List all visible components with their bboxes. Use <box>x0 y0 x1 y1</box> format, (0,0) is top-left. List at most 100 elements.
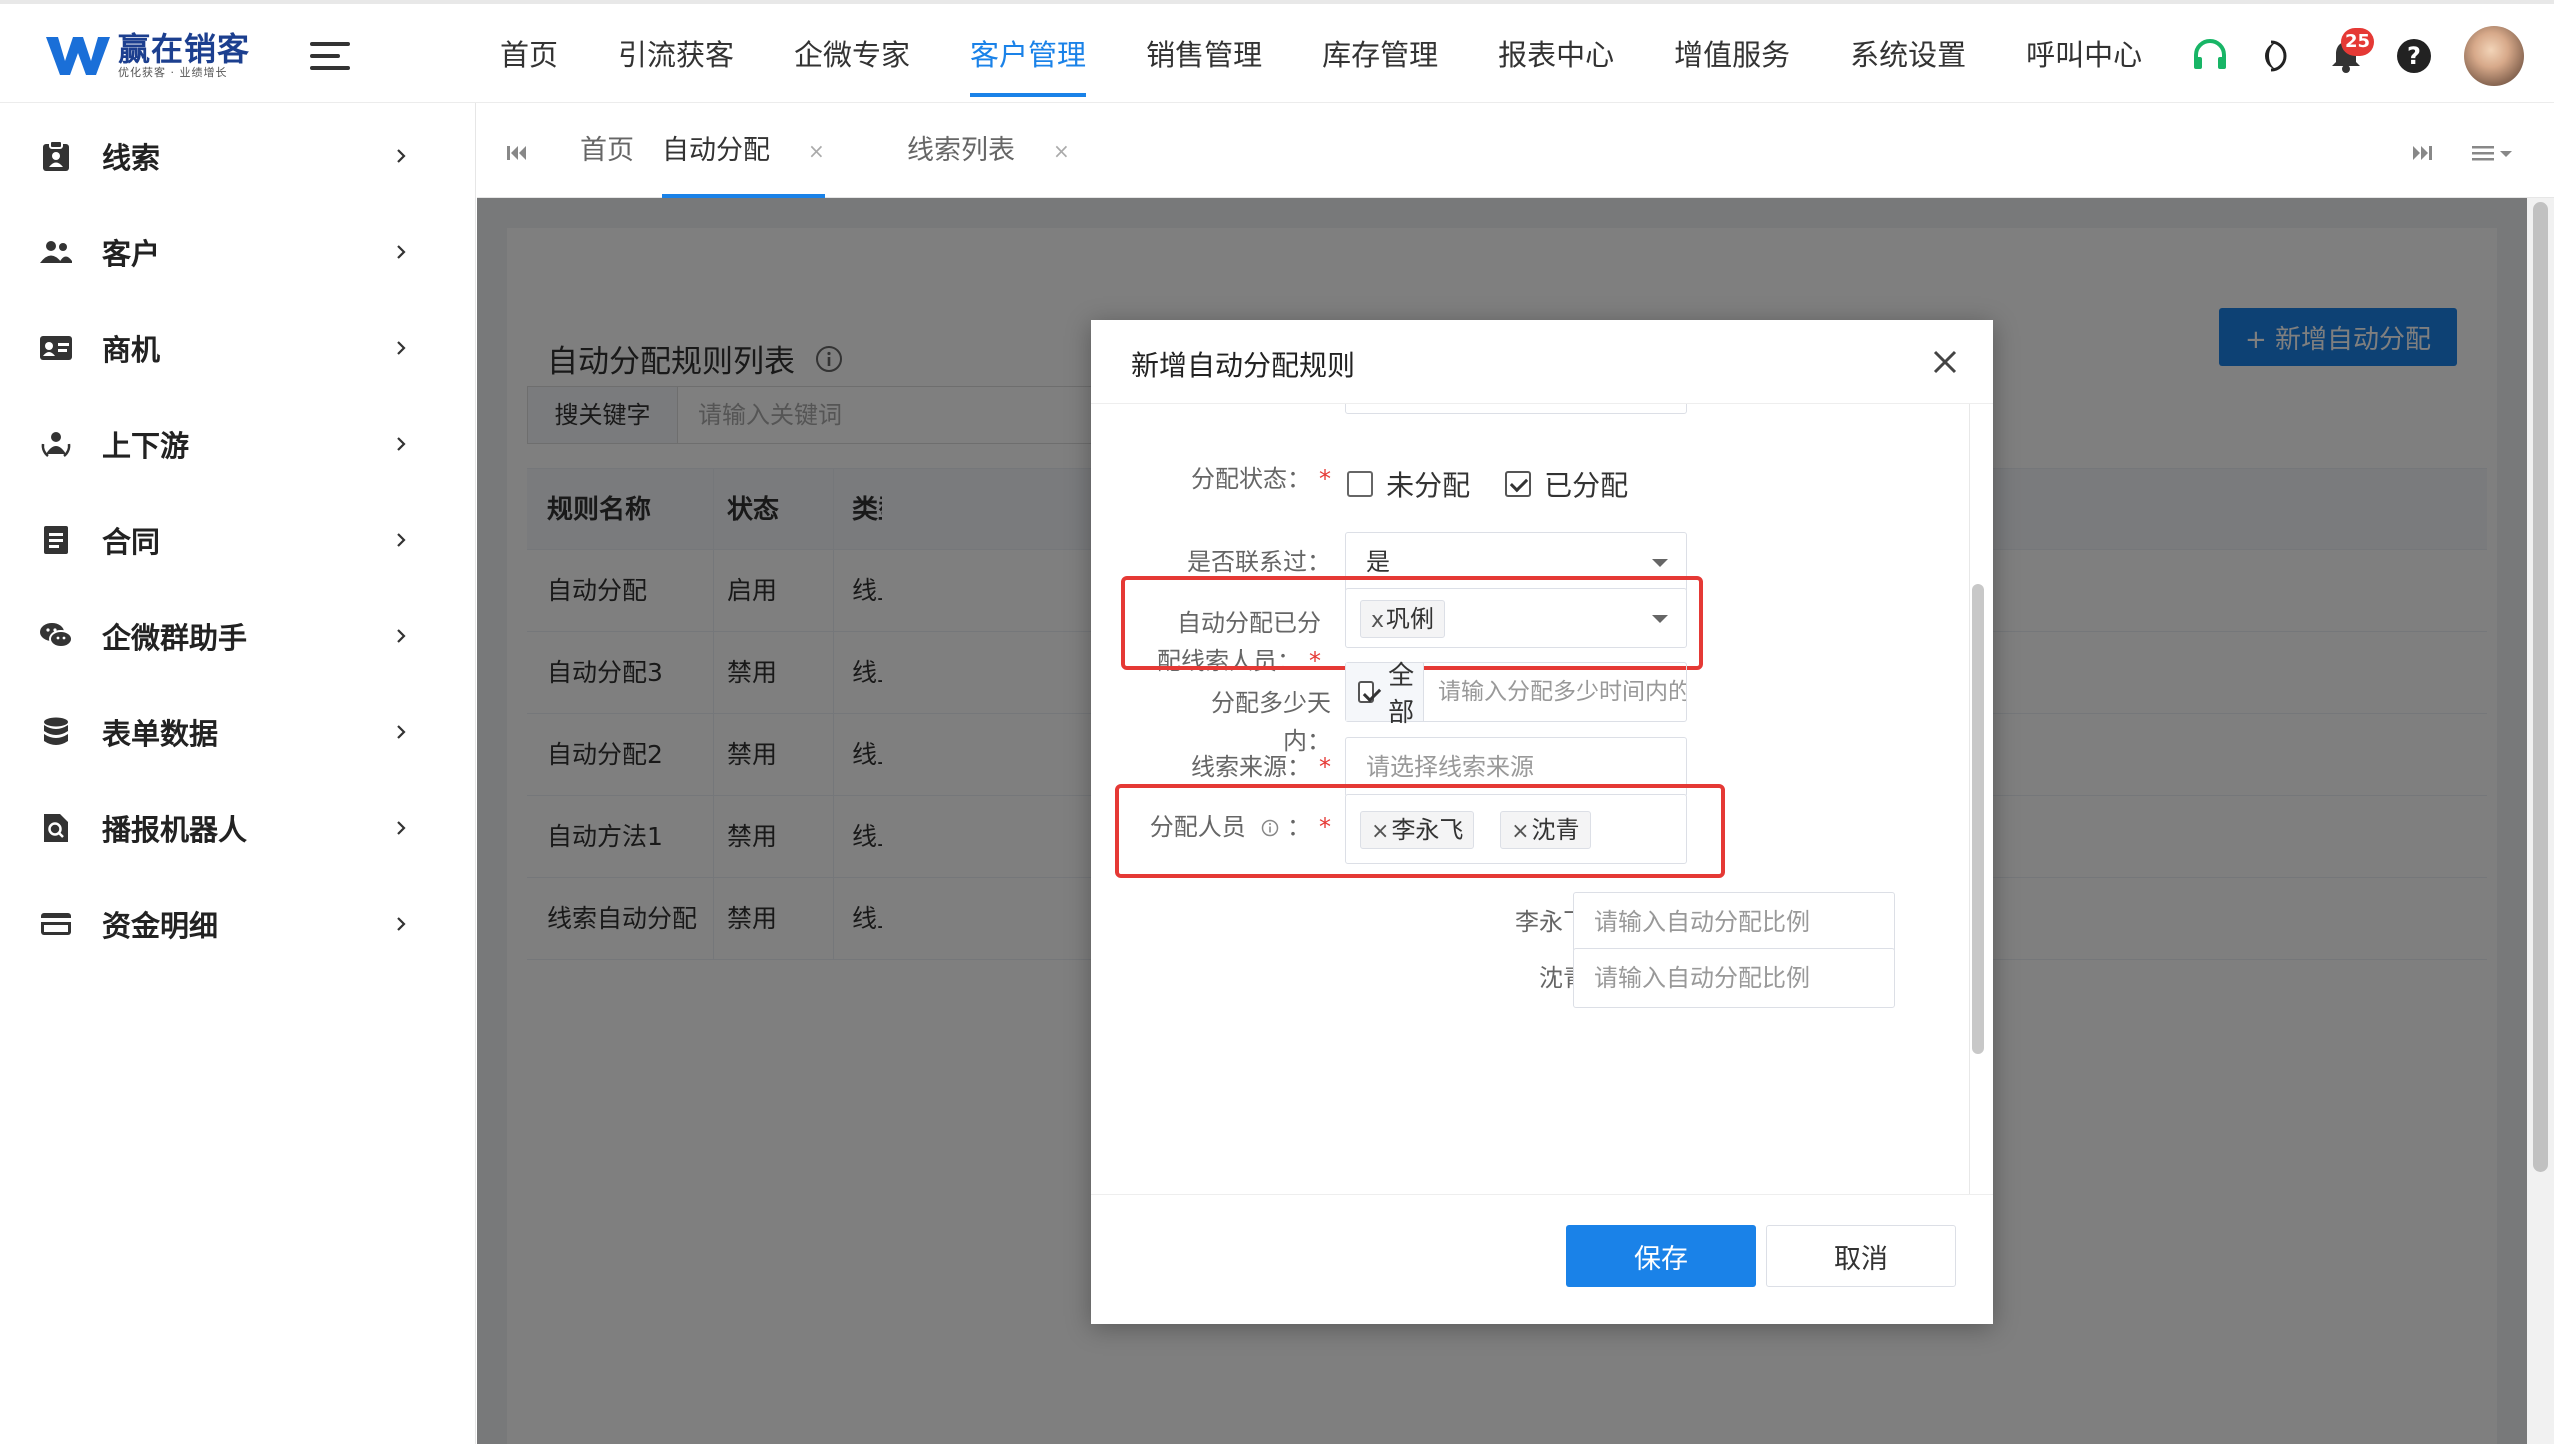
close-icon[interactable] <box>1927 344 1963 380</box>
sidebar-item-label: 播报机器人 <box>102 813 248 847</box>
nav-item[interactable]: 客户管理 <box>940 4 1116 107</box>
tab-home[interactable]: 首页 <box>580 103 634 198</box>
app-logo[interactable]: 赢在销客 优化获客 · 业绩增长 <box>44 30 250 82</box>
days-input-group: 全部 请输入分配多少时间内的线索 <box>1345 661 1687 728</box>
sidebar-item-label: 表单数据 <box>102 717 219 751</box>
ratio-label: 沈青： <box>1271 960 1611 996</box>
sidebar-item[interactable]: 播报机器人 <box>0 780 475 876</box>
chevron-right-icon <box>387 718 415 746</box>
user-avatar[interactable] <box>2464 25 2524 86</box>
assigned-checkbox-label: 已分配 <box>1544 469 1629 502</box>
ratio-input[interactable]: 请输入自动分配比例 <box>1573 892 1895 952</box>
dialog-title: 新增自动分配规则 <box>1131 349 1356 382</box>
nav-item[interactable]: 首页 <box>470 4 588 107</box>
tab-options-icon[interactable] <box>2464 133 2524 173</box>
flow-icon <box>38 426 74 462</box>
help-icon[interactable]: ? <box>2392 34 2436 78</box>
chevron-right-icon <box>387 910 415 938</box>
logo-title: 赢在销客 <box>118 30 251 68</box>
unassigned-checkbox-label: 未分配 <box>1386 469 1471 502</box>
cancel-button[interactable]: 取消 <box>1766 1225 1956 1287</box>
assigned-checkbox[interactable]: 已分配 <box>1505 464 1628 504</box>
nav-item[interactable]: 销售管理 <box>1116 4 1292 107</box>
all-checkbox[interactable]: 全部 <box>1346 661 1424 728</box>
sidebar-item-label: 上下游 <box>102 429 190 463</box>
nav-item[interactable]: 报表中心 <box>1468 4 1644 107</box>
sidebar-item[interactable]: 表单数据 <box>0 684 475 780</box>
tab-bar: 首页 自动分配 × 线索列表 × <box>477 103 2554 198</box>
add-rule-dialog: 新增自动分配规则 分配状态： * 未分配 已分配 是否联系过： 是 自动分配已分 … <box>1091 320 1993 1324</box>
nav-item[interactable]: 企微专家 <box>764 4 940 107</box>
sidebar-item[interactable]: 商机 <box>0 300 475 396</box>
sidebar-item-label: 线索 <box>102 141 161 175</box>
sidebar-item-label: 客户 <box>102 237 161 271</box>
highlight-box-assignees <box>1115 784 1725 878</box>
assign-status-label: 分配状态： * <box>1191 465 1331 493</box>
sidebar-item-label: 企微群助手 <box>102 621 248 655</box>
logo-w-icon <box>46 37 110 75</box>
contacted-label: 是否联系过： <box>1187 548 1331 576</box>
menu-toggle-icon[interactable] <box>310 40 350 72</box>
logo-subtitle: 优化获客 · 业绩增长 <box>118 66 228 79</box>
sidebar-item[interactable]: 上下游 <box>0 396 475 492</box>
unassigned-checkbox-box[interactable] <box>1347 471 1373 497</box>
all-checkbox-box[interactable] <box>1358 681 1375 703</box>
notification-bell-icon[interactable]: 25 <box>2324 27 2374 78</box>
people-icon <box>38 234 74 270</box>
all-checkbox-label: 全部 <box>1388 661 1415 728</box>
document-icon <box>38 522 74 558</box>
chevron-right-icon <box>387 430 415 458</box>
tab-close-icon[interactable]: × <box>808 106 825 196</box>
main-nav: 首页 引流获客 企微专家 客户管理 销售管理 库存管理 报表中心 增值服务 系统设置 呼叫中心 <box>470 4 2172 107</box>
top-navbar: 赢在销客 优化获客 · 业绩增长 首页 引流获客 企微专家 客户管理 销售管理 库存管理报… <box>0 0 2554 103</box>
chevron-right-icon <box>387 142 415 170</box>
page-scrollbar-thumb[interactable] <box>2533 202 2548 1172</box>
search-doc-icon <box>38 810 74 846</box>
save-button[interactable]: 保存 <box>1566 1225 1756 1287</box>
unassigned-checkbox[interactable]: 未分配 <box>1347 464 1470 504</box>
sidebar-item-label: 资金明细 <box>102 909 219 943</box>
ratio-input[interactable]: 请输入自动分配比例 <box>1573 948 1895 1008</box>
tab-lead-list-label: 线索列表 <box>907 134 1015 166</box>
chevron-right-icon <box>387 334 415 362</box>
dialog-scrollbar[interactable] <box>1969 404 1985 1194</box>
chevron-right-icon <box>387 622 415 650</box>
sidebar-item[interactable]: 企微群助手 <box>0 588 475 684</box>
tab-home-label: 首页 <box>580 134 634 166</box>
scroll-tabs-right-icon[interactable] <box>2402 133 2442 173</box>
dialog-body: 分配状态： * 未分配 已分配 是否联系过： 是 自动分配已分 配线索人员： * x… <box>1091 404 1993 1194</box>
sidebar-item[interactable]: 合同 <box>0 492 475 588</box>
tab-close-icon[interactable]: × <box>1053 106 1070 196</box>
headset-icon[interactable] <box>2188 34 2232 78</box>
tab-auto-assign[interactable]: 自动分配 × <box>662 103 825 198</box>
nav-item[interactable]: 库存管理 <box>1292 4 1468 107</box>
clipboard-icon <box>38 138 74 174</box>
notification-badge: 25 <box>2340 27 2374 56</box>
sidebar-item[interactable]: 资金明细 <box>0 876 475 972</box>
nav-item[interactable]: 系统设置 <box>1820 4 1996 107</box>
tab-lead-list[interactable]: 线索列表 × <box>907 103 1070 198</box>
svg-text:?: ? <box>2407 42 2421 70</box>
id-card-icon <box>38 330 74 366</box>
card-icon <box>38 906 74 942</box>
nav-item[interactable]: 增值服务 <box>1644 4 1820 107</box>
sidebar-item-label: 合同 <box>102 525 161 559</box>
nav-item[interactable]: 呼叫中心 <box>1996 4 2172 107</box>
assigned-checkbox-box[interactable] <box>1505 471 1531 497</box>
scroll-tabs-left-icon[interactable] <box>497 133 537 173</box>
dialog-footer: 保存 取消 <box>1091 1194 1993 1324</box>
dialog-header: 新增自动分配规则 <box>1091 320 1993 404</box>
top-toolbar: 25 ? <box>2164 4 2524 107</box>
chevron-right-icon <box>387 238 415 266</box>
sidebar-item[interactable]: 客户 <box>0 204 475 300</box>
sidebar-item[interactable]: 线索 <box>0 108 475 204</box>
dark-mode-icon[interactable] <box>2256 34 2300 78</box>
previous-field-input[interactable] <box>1345 404 1687 414</box>
wechat-icon <box>38 618 74 654</box>
days-input[interactable]: 请输入分配多少时间内的线索 <box>1424 663 1686 721</box>
page-scrollbar[interactable] <box>2527 198 2554 1444</box>
dialog-scrollbar-thumb[interactable] <box>1972 584 1984 1054</box>
nav-item[interactable]: 引流获客 <box>588 4 764 107</box>
sidebar: 线索客户商机上下游合同企微群助手表单数据播报机器人资金明细 <box>0 103 476 1444</box>
chevron-right-icon <box>387 526 415 554</box>
